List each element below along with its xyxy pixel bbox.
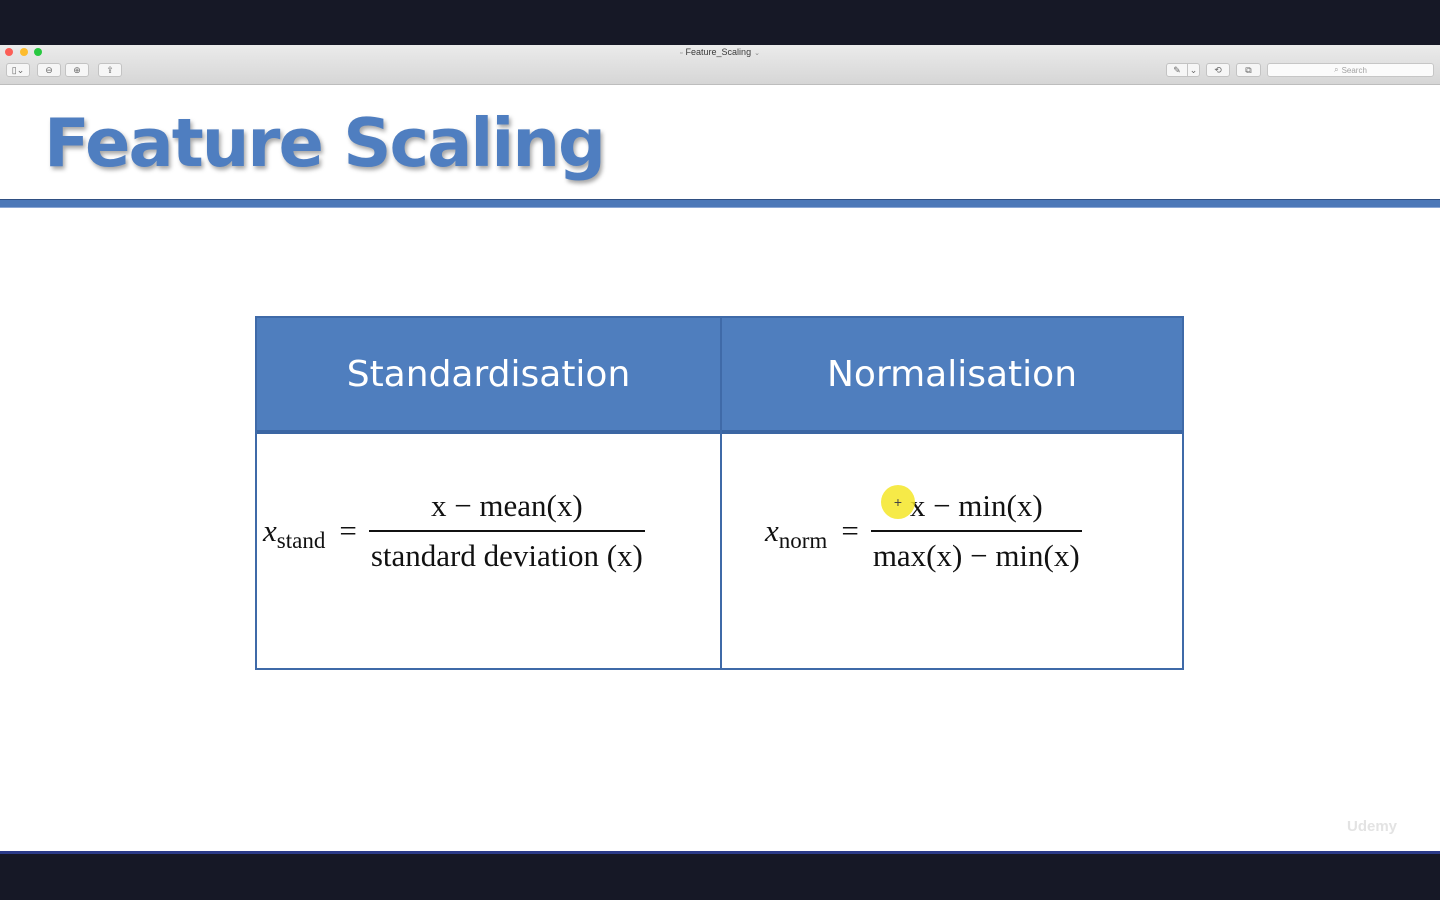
zoom-in-icon: ⊕ xyxy=(73,64,81,75)
window-title[interactable]: ▫ Feature_Scaling ⌄ xyxy=(0,47,1440,57)
slide-title: Feature Scaling xyxy=(44,104,606,182)
sidebar-icon: ▯⌄ xyxy=(11,64,25,75)
markup-button[interactable]: ✎ xyxy=(1166,63,1188,77)
header-standardisation: Standardisation xyxy=(257,318,720,434)
formula-variable: x xyxy=(765,513,779,548)
formula-variable: x xyxy=(263,513,277,548)
column-divider xyxy=(720,318,722,668)
normalisation-formula: x norm = x − min(x) max(x) − min(x) xyxy=(765,488,1082,574)
numerator: x − mean(x) xyxy=(430,488,583,523)
standardisation-formula: x stand = x − mean(x) standard deviation … xyxy=(263,488,645,574)
comparison-table: Standardisation Normalisation x stand = x… xyxy=(255,316,1184,670)
watermark: Udemy xyxy=(1347,818,1398,835)
preview-window: ▫ Feature_Scaling ⌄ ▯⌄ ⊖ ⊕ ⇪ ✎ ⌄ ⟲ ⧉ ⌕ Sea… xyxy=(0,45,1440,851)
title-bar: ▫ Feature_Scaling ⌄ ▯⌄ ⊖ ⊕ ⇪ ✎ ⌄ ⟲ ⧉ ⌕ Sea… xyxy=(0,45,1440,85)
rotate-icon: ⟲ xyxy=(1214,64,1222,75)
equals-sign: = xyxy=(841,513,859,548)
title-divider xyxy=(0,199,1440,208)
search-input[interactable]: ⌕ Search xyxy=(1267,63,1434,77)
window-title-text: Feature_Scaling xyxy=(685,47,752,57)
slide-canvas: Feature Scaling Standardisation Normalis… xyxy=(0,86,1440,851)
zoom-out-icon: ⊖ xyxy=(45,64,53,75)
formula-subscript: norm xyxy=(778,528,828,553)
search-placeholder: Search xyxy=(1341,65,1367,75)
cursor-crosshair-icon: + xyxy=(893,494,903,510)
chevron-down-icon: ⌄ xyxy=(754,50,760,57)
toolbox-button[interactable]: ⧉ xyxy=(1236,63,1261,77)
pen-icon: ✎ xyxy=(1173,64,1181,75)
share-icon: ⇪ xyxy=(106,64,114,75)
bottom-accent-line xyxy=(0,851,1440,854)
zoom-in-button[interactable]: ⊕ xyxy=(65,63,89,77)
share-button[interactable]: ⇪ xyxy=(98,63,122,77)
chevron-down-icon: ⌄ xyxy=(1189,64,1198,75)
rotate-button[interactable]: ⟲ xyxy=(1206,63,1230,77)
fraction: x − mean(x) standard deviation (x) xyxy=(368,488,645,574)
markup-menu-button[interactable]: ⌄ xyxy=(1187,63,1200,77)
numerator: x − min(x) xyxy=(909,488,1043,523)
equals-sign: = xyxy=(339,513,357,548)
toolbox-icon: ⧉ xyxy=(1245,64,1252,75)
zoom-out-button[interactable]: ⊖ xyxy=(37,63,61,77)
document-icon: ▫ xyxy=(680,50,683,57)
sidebar-toggle-button[interactable]: ▯⌄ xyxy=(6,63,30,77)
denominator: standard deviation (x) xyxy=(368,530,645,574)
search-icon: ⌕ xyxy=(1334,65,1339,74)
formula-subscript: stand xyxy=(276,528,326,553)
denominator: max(x) − min(x) xyxy=(870,530,1082,574)
header-normalisation: Normalisation xyxy=(722,318,1182,434)
cursor-highlight: + xyxy=(881,485,915,519)
